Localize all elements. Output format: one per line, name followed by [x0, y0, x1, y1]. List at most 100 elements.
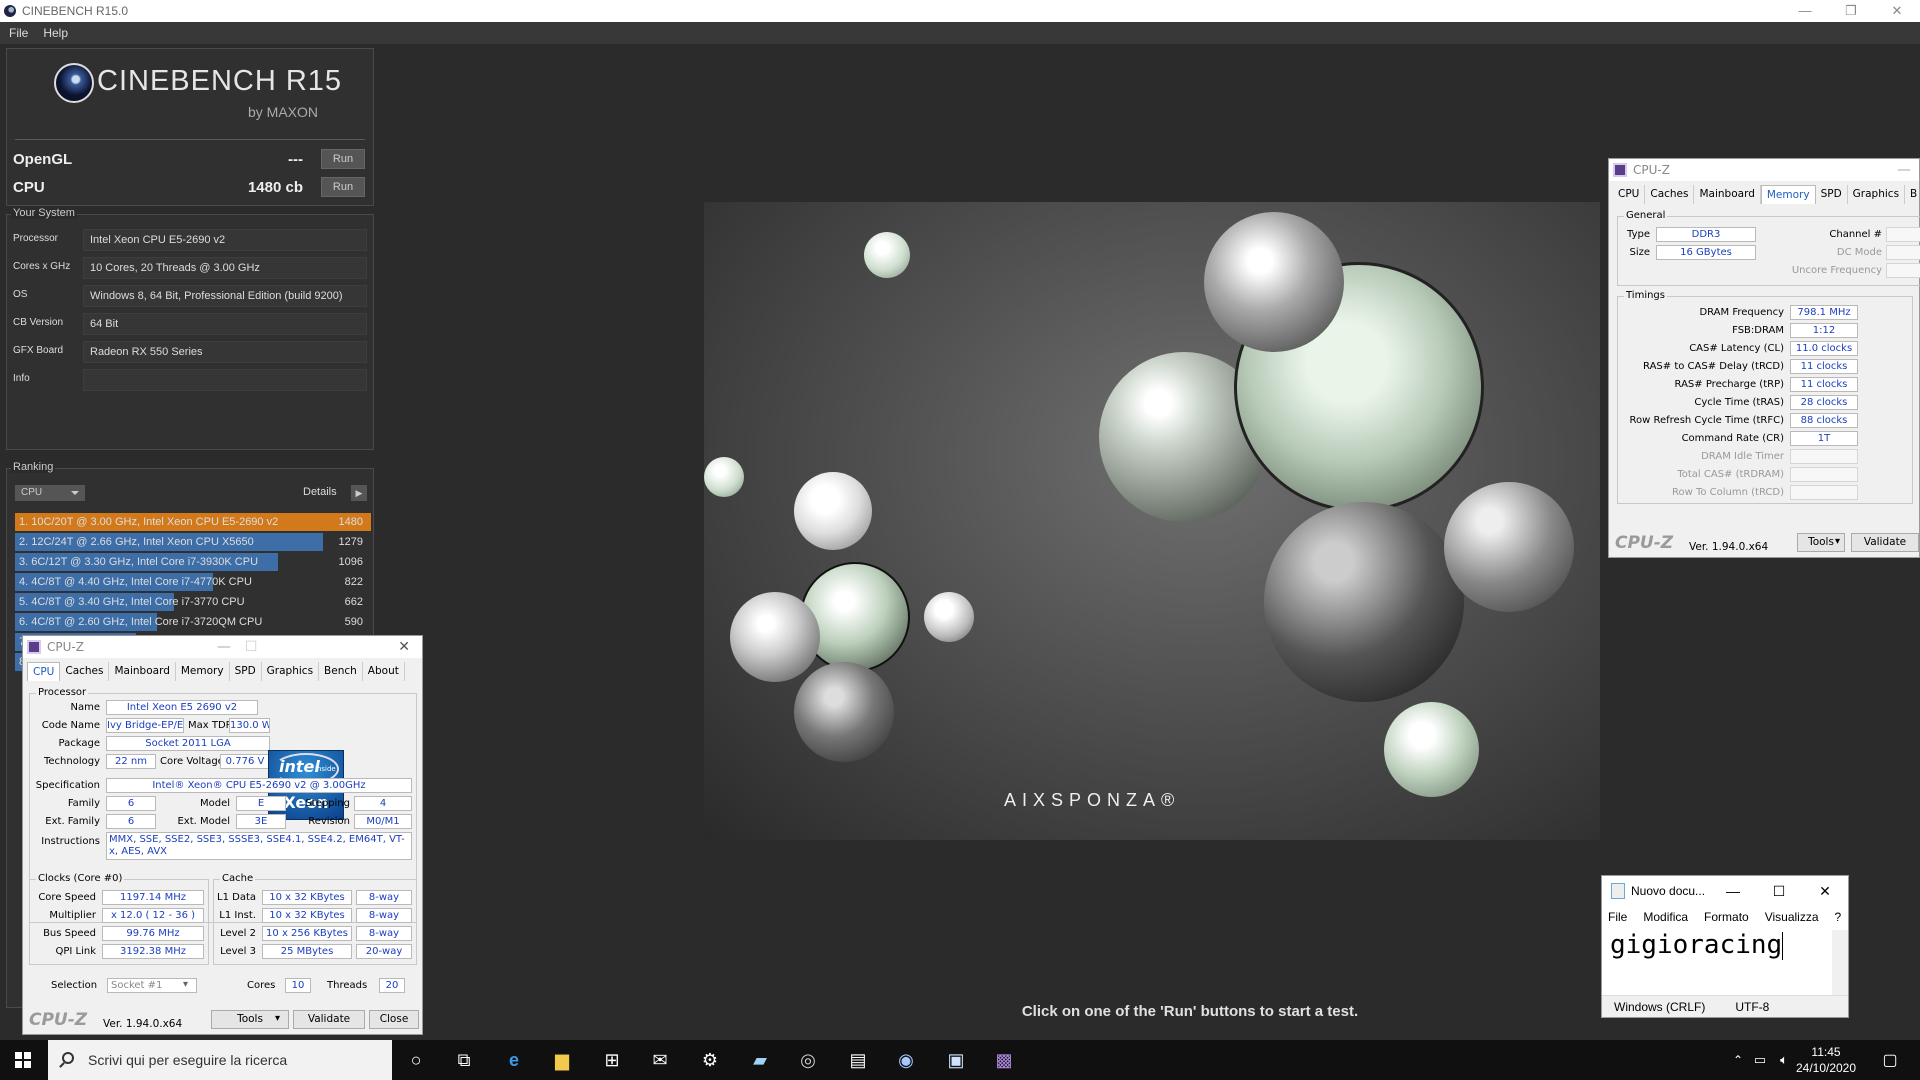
tab-cpu[interactable]: CPU	[1613, 185, 1646, 204]
task-manager-icon[interactable]: ▤	[844, 1046, 872, 1074]
menu-file[interactable]: File	[1608, 910, 1627, 924]
details-arrow-icon[interactable]: ▶	[351, 485, 367, 501]
tab-bench[interactable]: Bench	[319, 662, 363, 681]
extmodel-value: 3E	[236, 814, 286, 829]
system-row-info: Info	[13, 369, 369, 391]
menu-file[interactable]: File	[9, 26, 28, 40]
opengl-run-button[interactable]: Run	[321, 149, 365, 169]
tab-spd[interactable]: SPD	[230, 662, 262, 681]
notifications-icon[interactable]: ▢	[1876, 1046, 1904, 1074]
taskbar-clock[interactable]: 11:45 24/10/2020	[1785, 1044, 1867, 1076]
tab-caches[interactable]: Caches	[1645, 185, 1695, 204]
size-value: 16 GBytes	[1656, 245, 1756, 260]
clock-date: 24/10/2020	[1795, 1061, 1857, 1075]
menu-modifica[interactable]: Modifica	[1643, 910, 1688, 924]
cinebench-taskbar-icon[interactable]: ◉	[892, 1046, 920, 1074]
uncore-value	[1886, 263, 1920, 278]
chevron-down-icon[interactable]: ▾	[275, 1013, 280, 1024]
notepad-taskbar-icon[interactable]: ▰	[746, 1046, 774, 1074]
close-icon[interactable]: ✕	[1802, 883, 1848, 900]
system-key: Info	[13, 373, 30, 384]
render-brand-watermark: AIXSPONZA®	[1004, 790, 1181, 810]
dcmode-label: DC Mode	[1836, 247, 1882, 258]
ranking-row[interactable]: 3. 6C/12T @ 3.30 GHz, Intel Core i7-3930…	[15, 553, 371, 571]
taskbar-search-box[interactable]: Scrivi qui per eseguire la ricerca	[48, 1040, 392, 1080]
notepad-menubar: File Modifica Formato Visualizza ?	[1608, 910, 1857, 924]
sphere	[794, 472, 872, 550]
sphere	[730, 592, 820, 682]
your-system-panel: Your System Processor Intel Xeon CPU E5-2…	[6, 207, 374, 450]
system-key: OS	[13, 289, 28, 300]
ranking-row[interactable]: 6. 4C/8T @ 2.60 GHz, Intel Core i7-3720Q…	[15, 613, 371, 631]
cache-size: 10 x 32 KBytes	[262, 908, 352, 923]
timings-group-title: Timings	[1624, 290, 1667, 301]
chevron-down-icon[interactable]: ▾	[1835, 536, 1840, 547]
instructions-label: Instructions	[41, 836, 100, 847]
close-button[interactable]: Close	[369, 1010, 419, 1029]
task-view-icon[interactable]: ⧉	[450, 1046, 478, 1074]
cinebench-logo-icon	[54, 63, 94, 103]
remote-desktop-icon[interactable]: ▣	[942, 1046, 970, 1074]
tab-spd[interactable]: SPD	[1816, 185, 1848, 204]
dcmode-value	[1886, 245, 1920, 260]
sphere	[704, 457, 744, 497]
notepad-text-area[interactable]: gigioracing	[1610, 930, 1784, 960]
close-icon[interactable]: ✕	[1874, 3, 1920, 19]
tab-mainboard[interactable]: Mainboard	[109, 662, 176, 681]
ranking-title: Ranking	[11, 461, 56, 473]
file-explorer-icon[interactable]: ▆	[548, 1046, 576, 1074]
ranking-row[interactable]: 4. 4C/8T @ 4.40 GHz, Intel Core i7-4770K…	[15, 573, 371, 591]
restore-icon[interactable]: ❐	[1828, 3, 1874, 19]
info-field[interactable]	[83, 369, 367, 391]
minimize-icon[interactable]: —	[1710, 883, 1756, 900]
processor-group-title: Processor	[36, 687, 89, 698]
tab-graphics[interactable]: Graphics	[262, 662, 320, 681]
settings-gear-icon[interactable]: ⚙	[696, 1046, 724, 1074]
tab-about[interactable]: About	[363, 662, 405, 681]
ranking-type-select[interactable]: CPU	[15, 485, 85, 501]
menu-help[interactable]: Help	[43, 26, 68, 40]
ranking-row[interactable]: 2. 12C/24T @ 2.66 GHz, Intel Xeon CPU X5…	[15, 533, 371, 551]
ranking-row[interactable]: 1. 10C/20T @ 3.00 GHz, Intel Xeon CPU E5…	[15, 513, 371, 531]
tab-memory[interactable]: Memory	[1760, 185, 1816, 204]
edge-icon[interactable]: e	[500, 1046, 528, 1074]
timing-label-disabled: Row To Column (tRCD)	[1671, 487, 1784, 498]
validate-button[interactable]: Validate	[293, 1010, 365, 1029]
chevron-down-icon[interactable]: ▾	[183, 979, 188, 990]
tab-cpu[interactable]: CPU	[27, 662, 61, 681]
start-button[interactable]	[0, 1040, 46, 1080]
tab-memory[interactable]: Memory	[176, 662, 230, 681]
minimize-icon[interactable]: —	[1897, 162, 1911, 178]
tab-graphics[interactable]: Graphics	[1848, 185, 1906, 204]
close-icon[interactable]: ✕	[398, 639, 410, 655]
minimize-icon[interactable]: —	[217, 639, 231, 655]
validate-button[interactable]: Validate	[1851, 533, 1919, 552]
steam-icon[interactable]: ◎	[794, 1046, 822, 1074]
spec-label: Specification	[35, 780, 100, 791]
menu-formato[interactable]: Formato	[1704, 910, 1749, 924]
ranking-row[interactable]: 5. 4C/8T @ 3.40 GHz, Intel Core i7-3770 …	[15, 593, 371, 611]
store-icon[interactable]: ⊞	[598, 1046, 626, 1074]
menu-visualizza[interactable]: Visualizza	[1765, 910, 1819, 924]
system-row-os: OS Windows 8, 64 Bit, Professional Editio…	[13, 285, 369, 307]
tab-mainboard[interactable]: Mainboard	[1694, 185, 1761, 204]
system-value: Radeon RX 550 Series	[83, 341, 367, 363]
search-icon	[62, 1052, 74, 1064]
cinebench-window-title: CINEBENCH R15.0	[22, 4, 129, 18]
tab-bench[interactable]: B	[1905, 185, 1920, 204]
ranking-details-label[interactable]: Details	[303, 486, 337, 498]
menu-help[interactable]: ?	[1835, 910, 1842, 924]
cortana-icon[interactable]: ○	[402, 1046, 430, 1074]
tab-caches[interactable]: Caches	[60, 662, 110, 681]
cache-label: L1 Inst.	[219, 910, 256, 921]
cpu-score: 1480 cb	[247, 179, 303, 196]
cpu-run-button[interactable]: Run	[321, 177, 365, 197]
vertical-scrollbar[interactable]	[1832, 930, 1848, 1002]
minimize-icon[interactable]: —	[1782, 3, 1828, 19]
mail-icon[interactable]: ✉	[646, 1046, 674, 1074]
encoding: UTF-8	[1735, 999, 1770, 1014]
package-value: Socket 2011 LGA	[106, 736, 270, 751]
cache-way: 8-way	[356, 908, 412, 923]
cpuz-taskbar-icon[interactable]: ▩	[990, 1046, 1018, 1074]
maximize-icon[interactable]: ☐	[1756, 883, 1802, 900]
